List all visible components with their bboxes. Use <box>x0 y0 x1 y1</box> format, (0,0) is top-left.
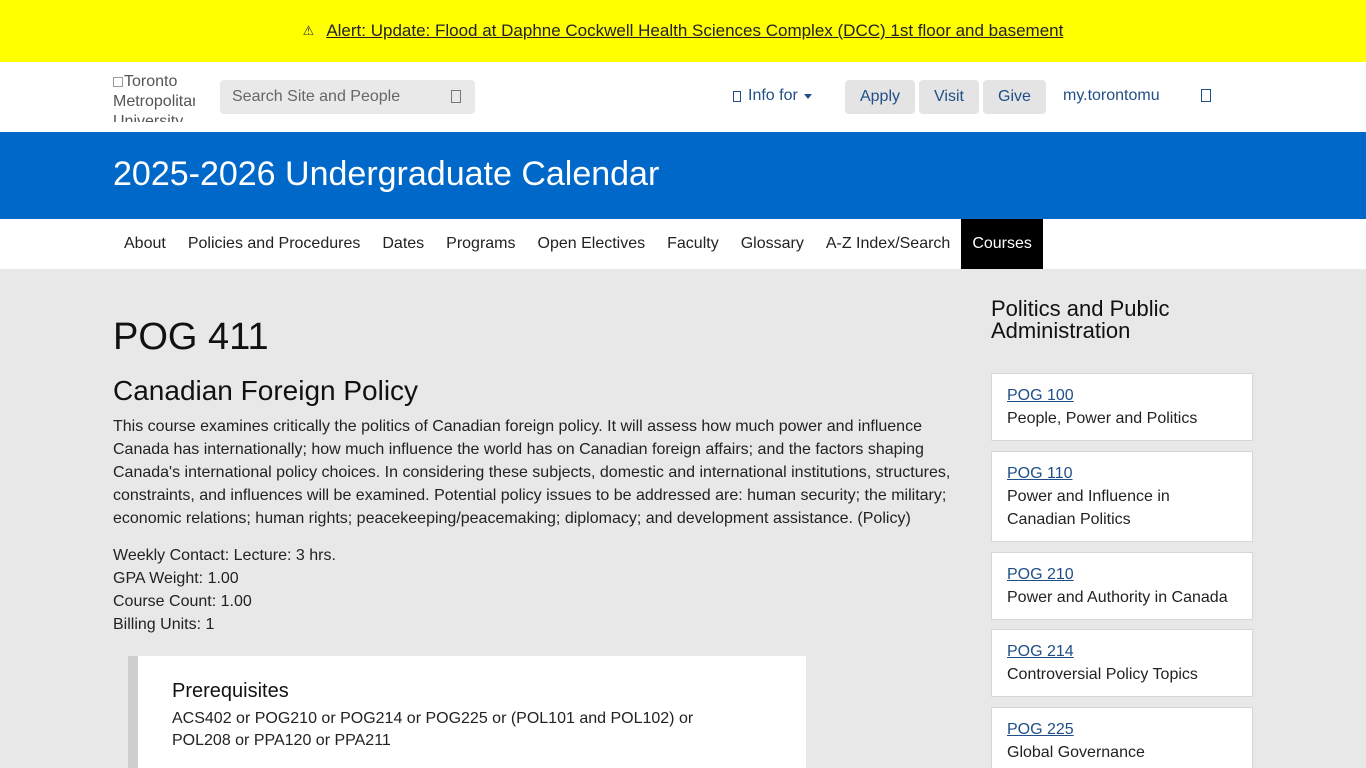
nav-item-a-z-index-search[interactable]: A-Z Index/Search <box>815 219 962 269</box>
visit-button[interactable]: Visit <box>919 80 979 114</box>
nav-item-courses[interactable]: Courses <box>961 219 1043 269</box>
sidebar-course-card: POG 210 Power and Authority in Canada <box>991 552 1253 620</box>
sidebar-course-name: People, Power and Politics <box>1007 410 1198 427</box>
billing-units: Billing Units: 1 <box>113 616 215 633</box>
prerequisites-heading: Prerequisites <box>172 680 289 702</box>
course-count: Course Count: 1.00 <box>113 593 252 610</box>
broken-image-icon <box>113 77 123 87</box>
user-icon <box>733 90 741 102</box>
nav-item-about[interactable]: About <box>113 219 177 269</box>
gpa-weight: GPA Weight: 1.00 <box>113 570 239 587</box>
caret-down-icon <box>803 93 812 99</box>
sidebar-course-link[interactable]: POG 110 <box>1007 462 1237 485</box>
alert-link[interactable]: Alert: Update: Flood at Daphne Cockwell … <box>326 21 1063 41</box>
sidebar-course-card: POG 110 Power and Influence in Canadian P… <box>991 451 1253 542</box>
prerequisites-text: ACS402 or POG210 or POG214 or POG225 or … <box>172 710 694 749</box>
alert-bar: ⚠ Alert: Update: Flood at Daphne Cockwel… <box>0 0 1366 62</box>
sidebar-title: Politics and Public Administration <box>991 296 1170 343</box>
calendar-banner: 2025-2026 Undergraduate Calendar <box>0 132 1366 219</box>
search-icon[interactable] <box>451 90 461 103</box>
sidebar-course-link[interactable]: POG 100 <box>1007 384 1237 407</box>
nav-item-faculty[interactable]: Faculty <box>656 219 730 269</box>
sidebar-course-link[interactable]: POG 225 <box>1007 718 1237 741</box>
course-title: Canadian Foreign Policy <box>113 375 419 406</box>
nav-list: About Policies and Procedures Dates Program… <box>113 219 1043 269</box>
course-meta: Weekly Contact: Lecture: 3 hrs. GPA Weig… <box>113 544 336 636</box>
prerequisites-box: Prerequisites ACS402 or POG210 or POG214… <box>128 656 806 768</box>
course-description: This course examines critically the poli… <box>113 418 951 527</box>
sidebar-course-card: POG 100 People, Power and Politics <box>991 373 1253 441</box>
weekly-contact: Weekly Contact: Lecture: 3 hrs. <box>113 547 336 564</box>
search-box <box>220 80 475 114</box>
info-for-dropdown[interactable]: Info for <box>733 87 812 105</box>
main-nav: About Policies and Procedures Dates Program… <box>0 219 1366 269</box>
my-torontomu-link[interactable]: my.torontomu <box>1063 87 1160 105</box>
menu-icon[interactable] <box>1201 89 1211 102</box>
info-for-label: Info for <box>748 87 798 104</box>
nav-item-glossary[interactable]: Glossary <box>730 219 815 269</box>
nav-item-open-electives[interactable]: Open Electives <box>527 219 657 269</box>
logo[interactable]: Toronto Metropolitan University <box>113 72 195 122</box>
sidebar-course-name: Controversial Policy Topics <box>1007 666 1198 683</box>
nav-item-dates[interactable]: Dates <box>371 219 435 269</box>
nav-item-programs[interactable]: Programs <box>435 219 526 269</box>
sidebar-course-name: Power and Influence in Canadian Politics <box>1007 488 1170 528</box>
sidebar-course-link[interactable]: POG 214 <box>1007 640 1237 663</box>
warning-icon: ⚠ <box>302 23 315 39</box>
sidebar-course-card: POG 214 Controversial Policy Topics <box>991 629 1253 697</box>
sidebar-course-link[interactable]: POG 210 <box>1007 563 1237 586</box>
course-code: POG 411 <box>113 316 269 358</box>
sidebar-course-card: POG 225 Global Governance <box>991 707 1253 768</box>
page-title: 2025-2026 Undergraduate Calendar <box>113 155 660 193</box>
sidebar-course-name: Global Governance <box>1007 744 1145 761</box>
nav-item-policies-and-procedures[interactable]: Policies and Procedures <box>177 219 372 269</box>
sidebar-course-name: Power and Authority in Canada <box>1007 589 1228 606</box>
apply-button[interactable]: Apply <box>845 80 915 114</box>
logo-alt-text: Toronto Metropolitan University <box>113 73 195 122</box>
give-button[interactable]: Give <box>983 80 1046 114</box>
site-header: Toronto Metropolitan University Info for… <box>0 62 1366 132</box>
search-input[interactable] <box>220 80 440 114</box>
